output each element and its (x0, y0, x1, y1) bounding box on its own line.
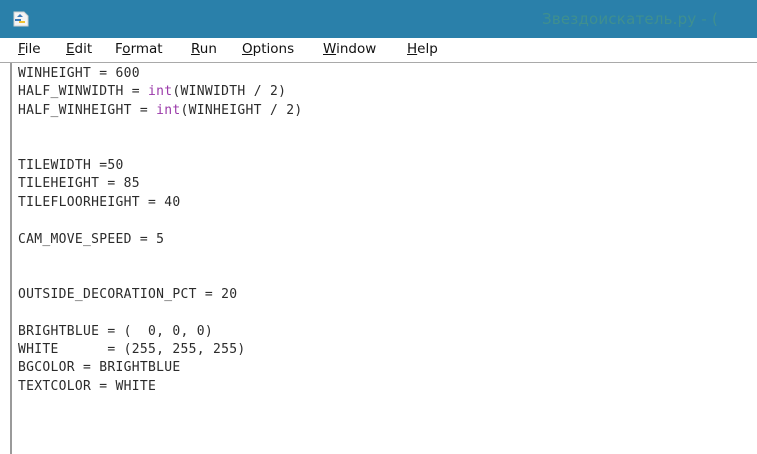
code-text: CAM_MOVE_SPEED = 5 (18, 231, 165, 247)
code-text: WHITE = (255, 255, 255) (18, 342, 246, 357)
python-idle-icon[interactable] (11, 10, 31, 28)
code-text: TEXTCOLOR = WHITE (18, 378, 157, 394)
code-line[interactable]: WINHEIGHT = 600 (18, 66, 140, 81)
idle-editor-window: Звездоискатель.ру - ( File Edit Format Run O… (0, 0, 757, 454)
code-text: TILEHEIGHT = 85 (18, 176, 140, 192)
menu-edit[interactable]: Edit (66, 41, 92, 57)
menu-run[interactable]: Run (191, 41, 217, 57)
code-text: TILEFLOORHEIGHT = 40 (18, 194, 181, 210)
code-line[interactable]: WHITE = (255, 255, 255) (18, 342, 246, 357)
title-bar[interactable]: Звездоискатель.ру - ( (0, 0, 757, 38)
menu-format[interactable]: Format (115, 41, 163, 57)
code-text: (WINHEIGHT / 2) (180, 102, 303, 118)
menu-options[interactable]: Options (242, 41, 294, 57)
menu-bar: File Edit Format Run Options Window Help (0, 38, 757, 63)
code-line[interactable]: TILEWIDTH =50 (18, 158, 124, 173)
code-line[interactable]: TILEHEIGHT = 85 (18, 176, 140, 191)
code-text: OUTSIDE_DECORATION_PCT = 20 (18, 286, 238, 302)
code-text: HALF_WINHEIGHT = (18, 102, 157, 118)
code-line[interactable]: CAM_MOVE_SPEED = 5 (18, 232, 164, 247)
code-line[interactable]: TEXTCOLOR = WHITE (18, 379, 156, 394)
code-line[interactable]: BGCOLOR = BRIGHTBLUE (18, 360, 181, 375)
menu-file[interactable]: File (18, 41, 41, 57)
code-line[interactable]: HALF_WINWIDTH = int(WINWIDTH / 2) (18, 84, 286, 99)
code-text: BRIGHTBLUE = ( 0, 0, 0) (18, 323, 214, 339)
code-text: BGCOLOR = BRIGHTBLUE (18, 360, 181, 376)
code-text: (WINWIDTH / 2) (172, 84, 287, 100)
menu-window[interactable]: Window (323, 41, 376, 57)
editor-left-border (10, 63, 12, 454)
menu-help[interactable]: Help (407, 41, 438, 57)
code-line[interactable]: TILEFLOORHEIGHT = 40 (18, 195, 181, 210)
code-editor[interactable]: WINHEIGHT = 600 HALF_WINWIDTH = int(WINWI… (0, 63, 757, 454)
code-line[interactable]: OUTSIDE_DECORATION_PCT = 20 (18, 287, 237, 302)
code-text: TILEWIDTH =50 (18, 158, 124, 173)
code-keyword: int (148, 84, 173, 100)
code-text: HALF_WINWIDTH = (18, 84, 149, 100)
window-title: Звездоискатель.ру - ( (542, 10, 719, 28)
code-keyword: int (156, 102, 181, 118)
code-text: WINHEIGHT = 600 (18, 66, 140, 81)
code-line[interactable]: HALF_WINHEIGHT = int(WINHEIGHT / 2) (18, 103, 302, 118)
code-line[interactable]: BRIGHTBLUE = ( 0, 0, 0) (18, 324, 213, 339)
